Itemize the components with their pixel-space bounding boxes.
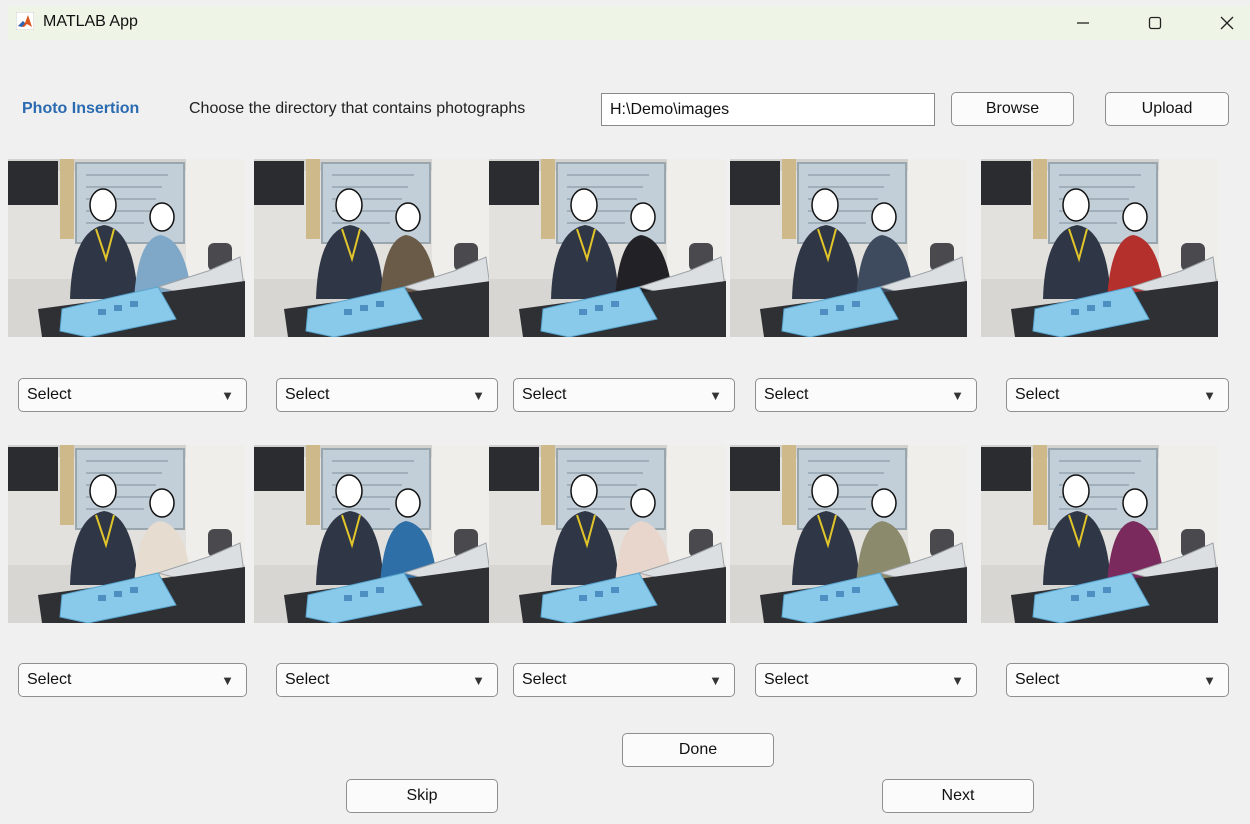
- dropdown-selected-value: Select: [522, 386, 567, 403]
- maximize-icon[interactable]: [1132, 6, 1178, 40]
- photo-thumbnail: [254, 159, 491, 337]
- person-select-dropdown[interactable]: Select ▼: [1006, 378, 1229, 412]
- minimize-icon[interactable]: [1060, 6, 1106, 40]
- section-title: Photo Insertion: [22, 100, 140, 117]
- photo-thumbnail: [730, 159, 967, 337]
- title-bar: MATLAB App: [8, 6, 1250, 40]
- window-title: MATLAB App: [43, 13, 138, 30]
- upload-button[interactable]: Upload: [1105, 92, 1229, 126]
- close-icon[interactable]: [1204, 6, 1250, 40]
- photo-thumbnail: [981, 159, 1218, 337]
- triangle-down-icon: ▼: [221, 673, 234, 688]
- dropdown-selected-value: Select: [27, 671, 72, 688]
- dropdown-selected-value: Select: [1015, 386, 1060, 403]
- triangle-down-icon: ▼: [472, 388, 485, 403]
- browse-button[interactable]: Browse: [951, 92, 1074, 126]
- person-select-dropdown[interactable]: Select ▼: [18, 663, 247, 697]
- done-button[interactable]: Done: [622, 733, 774, 767]
- photo-thumbnail: [489, 159, 726, 337]
- triangle-down-icon: ▼: [472, 673, 485, 688]
- triangle-down-icon: ▼: [1203, 673, 1216, 688]
- person-select-dropdown[interactable]: Select ▼: [18, 378, 247, 412]
- triangle-down-icon: ▼: [1203, 388, 1216, 403]
- next-button[interactable]: Next: [882, 779, 1034, 813]
- person-select-dropdown[interactable]: Select ▼: [276, 378, 498, 412]
- photo-thumbnail: [981, 445, 1218, 623]
- photo-thumbnail: [730, 445, 967, 623]
- dropdown-selected-value: Select: [27, 386, 72, 403]
- skip-button[interactable]: Skip: [346, 779, 498, 813]
- directory-prompt-label: Choose the directory that contains photo…: [189, 100, 526, 117]
- person-select-dropdown[interactable]: Select ▼: [755, 378, 977, 412]
- photo-thumbnail: [489, 445, 726, 623]
- app-window: MATLAB App Photo Insertion Choose the di…: [0, 0, 1250, 824]
- triangle-down-icon: ▼: [951, 388, 964, 403]
- matlab-logo-icon: [15, 11, 35, 31]
- photo-thumbnail: [254, 445, 491, 623]
- triangle-down-icon: ▼: [709, 388, 722, 403]
- triangle-down-icon: ▼: [709, 673, 722, 688]
- photo-thumbnail: [8, 445, 245, 623]
- dropdown-selected-value: Select: [285, 671, 330, 688]
- person-select-dropdown[interactable]: Select ▼: [276, 663, 498, 697]
- person-select-dropdown[interactable]: Select ▼: [513, 378, 735, 412]
- person-select-dropdown[interactable]: Select ▼: [755, 663, 977, 697]
- dropdown-selected-value: Select: [764, 386, 809, 403]
- person-select-dropdown[interactable]: Select ▼: [1006, 663, 1229, 697]
- dropdown-selected-value: Select: [764, 671, 809, 688]
- person-select-dropdown[interactable]: Select ▼: [513, 663, 735, 697]
- dropdown-selected-value: Select: [522, 671, 567, 688]
- triangle-down-icon: ▼: [951, 673, 964, 688]
- dropdown-selected-value: Select: [285, 386, 330, 403]
- directory-input[interactable]: [601, 93, 935, 126]
- triangle-down-icon: ▼: [221, 388, 234, 403]
- dropdown-selected-value: Select: [1015, 671, 1060, 688]
- photo-thumbnail: [8, 159, 245, 337]
